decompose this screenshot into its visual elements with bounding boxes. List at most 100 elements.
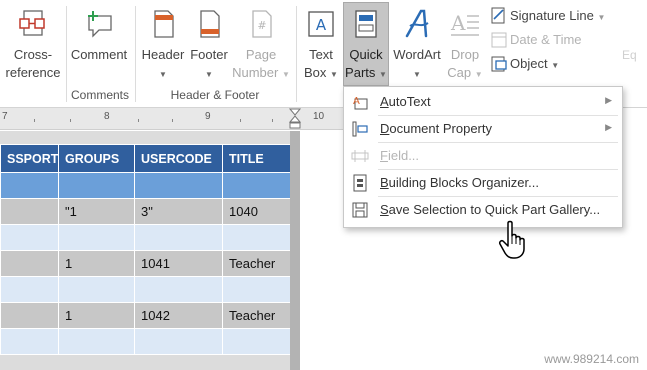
- quick-parts-label-1: Quick: [349, 47, 383, 62]
- text-box-label-2: Box: [304, 65, 327, 80]
- group-separator: [296, 6, 297, 102]
- column-header[interactable]: USERCODE: [134, 144, 223, 173]
- comment-label: Comment: [70, 47, 128, 62]
- svg-text:A: A: [316, 16, 327, 34]
- table-cell[interactable]: [0, 276, 59, 303]
- menu-item-label: Document Property: [380, 121, 492, 136]
- ruler-tick: [240, 119, 241, 122]
- table-cell[interactable]: [58, 172, 135, 199]
- ruler-tick: [172, 119, 173, 122]
- cross-reference-label-2: reference: [5, 65, 61, 80]
- menu-item-document-property[interactable]: Document Property ▶: [344, 116, 622, 142]
- footer-label: Footer: [190, 47, 228, 62]
- table-row: [0, 224, 291, 251]
- table-cell[interactable]: [0, 224, 59, 251]
- table-cell[interactable]: [222, 224, 291, 251]
- date-time-label: Date & Time: [510, 32, 582, 47]
- text-box-icon: A: [308, 11, 334, 37]
- table-cell[interactable]: [0, 250, 59, 277]
- table-cell[interactable]: [0, 198, 59, 225]
- table-cell[interactable]: 3": [134, 198, 223, 225]
- table-cell[interactable]: Teacher: [222, 250, 291, 277]
- table-cell[interactable]: 1042: [134, 302, 223, 329]
- table-cell[interactable]: [58, 276, 135, 303]
- table-cell[interactable]: 1: [58, 302, 135, 329]
- table-cell[interactable]: "1: [58, 198, 135, 225]
- text-box-button[interactable]: A Text Box ▼: [300, 2, 342, 86]
- table-cell[interactable]: [134, 276, 223, 303]
- page-number-label-2-wrap: Number ▼: [232, 65, 290, 80]
- comment-button[interactable]: Comment: [68, 2, 130, 86]
- quick-parts-label-2: Parts: [345, 65, 376, 80]
- cross-reference-icon: [19, 10, 45, 36]
- menu-item-field[interactable]: Field...: [344, 143, 622, 169]
- table-row: "1 3" 1040: [0, 198, 291, 225]
- quick-parts-label-2-wrap: Parts ▼: [345, 65, 387, 80]
- drop-cap-button[interactable]: A Drop Cap ▼: [444, 2, 486, 86]
- table-row: [0, 328, 291, 355]
- menu-item-save-selection[interactable]: Save Selection to Quick Part Gallery...: [344, 197, 622, 223]
- wordart-dropdown-caret: ▼: [413, 70, 421, 79]
- table-cell[interactable]: [134, 172, 223, 199]
- footer-icon: [200, 10, 220, 38]
- page-number-label-2: Number: [232, 65, 279, 80]
- header-button[interactable]: Header ▼: [139, 2, 187, 86]
- drop-cap-icon: A: [450, 11, 479, 36]
- equation-button-clipped[interactable]: Eq: [622, 48, 637, 62]
- object-label-wrap: Object ▼: [510, 56, 560, 71]
- table-cell[interactable]: [0, 172, 59, 199]
- hand-pointer-cursor-icon: [499, 220, 525, 259]
- wordart-label: WordArt: [393, 47, 441, 62]
- page-number-icon: #: [252, 10, 272, 38]
- table-cell[interactable]: [222, 276, 291, 303]
- table-cell[interactable]: [134, 224, 223, 251]
- table-cell[interactable]: [222, 328, 291, 355]
- table-cell[interactable]: [0, 302, 59, 329]
- signature-line-label-wrap: Signature Line ▼: [510, 8, 606, 23]
- table-cell[interactable]: [58, 224, 135, 251]
- menu-item-label: Save Selection to Quick Part Gallery...: [380, 202, 601, 217]
- table-row: [0, 172, 291, 199]
- quick-parts-menu: A AutoText ▶ Document Property ▶ Field..…: [343, 86, 623, 228]
- ruler-mark: 9: [205, 111, 211, 122]
- wordart-button[interactable]: WordArt ▼: [390, 2, 444, 86]
- signature-line-icon: [491, 7, 505, 24]
- group-separator: [135, 6, 136, 102]
- data-table[interactable]: SSPORT GROUPS USERCODE TITLE "1 3" 1040 …: [0, 144, 291, 355]
- column-header[interactable]: GROUPS: [58, 144, 135, 173]
- column-header[interactable]: SSPORT: [0, 144, 59, 173]
- table-cell[interactable]: [134, 328, 223, 355]
- table-cell[interactable]: [58, 328, 135, 355]
- save-selection-icon: [352, 202, 368, 218]
- quick-parts-button[interactable]: Quick Parts ▼: [343, 2, 389, 86]
- cross-reference-button[interactable]: Cross- reference: [2, 2, 64, 86]
- table-header-row: SSPORT GROUPS USERCODE TITLE: [0, 144, 291, 173]
- table-cell[interactable]: [222, 172, 291, 199]
- table-cell[interactable]: [0, 328, 59, 355]
- table-cell[interactable]: Teacher: [222, 302, 291, 329]
- table-cell[interactable]: 1041: [134, 250, 223, 277]
- autotext-icon: A: [353, 96, 368, 110]
- column-header[interactable]: TITLE: [222, 144, 291, 173]
- cross-reference-label-1: Cross-: [13, 47, 53, 62]
- menu-item-autotext[interactable]: A AutoText ▶: [344, 89, 622, 115]
- horizontal-ruler[interactable]: 7 8 9 10: [0, 108, 360, 130]
- ruler-mark: 10: [313, 111, 325, 122]
- table-row: 1 1041 Teacher: [0, 250, 291, 277]
- menu-item-building-blocks-organizer[interactable]: Building Blocks Organizer...: [344, 170, 622, 196]
- header-dropdown-caret: ▼: [159, 70, 167, 79]
- document-area[interactable]: SSPORT GROUPS USERCODE TITLE "1 3" 1040 …: [0, 131, 300, 370]
- wordart-icon: [405, 9, 429, 38]
- document-property-icon: [352, 121, 368, 137]
- quick-parts-icon: [355, 10, 377, 38]
- footer-button[interactable]: Footer ▼: [188, 2, 230, 86]
- table-cell[interactable]: 1040: [222, 198, 291, 225]
- page-number-label-1: Page: [245, 47, 277, 62]
- table-cell[interactable]: 1: [58, 250, 135, 277]
- svg-text:A: A: [353, 96, 360, 107]
- page-number-button[interactable]: # Page Number ▼: [232, 2, 290, 86]
- menu-item-label: Field...: [380, 148, 420, 163]
- text-box-label-1: Text: [309, 47, 333, 62]
- drop-cap-label-1: Drop: [450, 47, 480, 62]
- indent-marker-icon[interactable]: [289, 108, 301, 130]
